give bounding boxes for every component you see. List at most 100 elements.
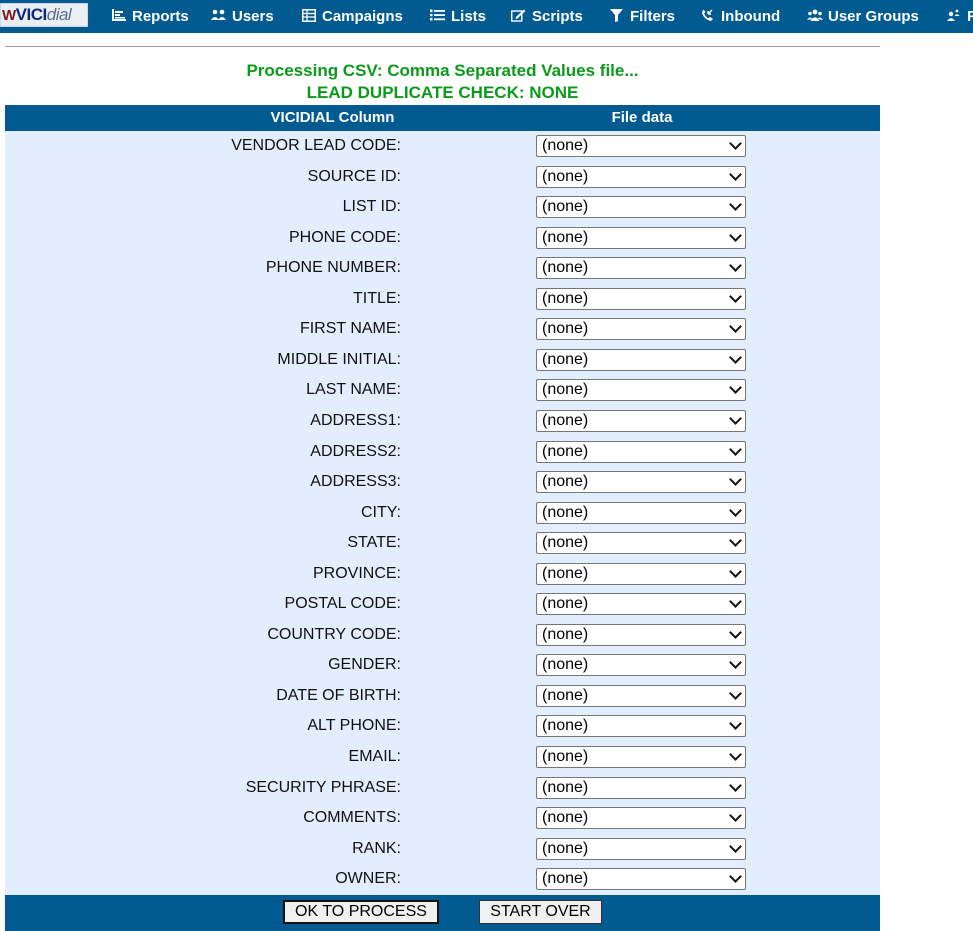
file-column-select-value: (none) [542, 350, 589, 368]
file-column-select[interactable]: (none) [536, 226, 746, 249]
chevron-down-icon [729, 687, 742, 700]
mapping-row: EMAIL: (none) [5, 742, 880, 773]
chevron-down-icon [729, 748, 742, 761]
mapping-row: SECURITY PHRASE: (none) [5, 773, 880, 804]
file-column-select[interactable]: (none) [536, 715, 746, 738]
file-column-select-value: (none) [542, 167, 589, 185]
bar-chart-icon [110, 9, 127, 24]
file-column-select[interactable]: (none) [536, 440, 746, 463]
file-column-select[interactable]: (none) [536, 837, 746, 860]
nav-lists-label: Lists [451, 8, 487, 25]
mapping-row: LIST ID: (none) [5, 192, 880, 223]
file-column-select[interactable]: (none) [536, 807, 746, 830]
file-column-select-value: (none) [542, 320, 589, 338]
user-groups-icon [806, 9, 823, 25]
duplicate-check-status: LEAD DUPLICATE CHECK: NONE [306, 83, 579, 102]
file-column-select[interactable]: (none) [536, 471, 746, 494]
mapping-field-label: ADDRESS1: [310, 411, 401, 429]
chevron-down-icon [729, 320, 742, 334]
file-column-select[interactable]: (none) [536, 501, 746, 524]
mapping-row: RANK: (none) [5, 834, 880, 865]
file-column-select[interactable]: (none) [536, 593, 746, 616]
file-column-select[interactable]: (none) [536, 287, 746, 310]
chevron-down-icon [729, 289, 742, 303]
phone-incoming-icon [699, 9, 716, 25]
table-header: VICIDIAL Column File data [5, 105, 880, 131]
file-column-select[interactable]: (none) [536, 623, 746, 646]
mapping-field-label: GENDER: [328, 656, 401, 674]
file-column-select[interactable]: (none) [536, 684, 746, 707]
nav-filters[interactable]: Filters [608, 0, 675, 33]
mapping-field-label: CITY: [360, 503, 401, 521]
nav-inbound[interactable]: Inbound [699, 0, 780, 33]
nav-campaigns[interactable]: Campaigns [300, 0, 403, 33]
nav-campaigns-label: Campaigns [322, 8, 403, 25]
nav-remote-agents-label: R [967, 8, 973, 25]
chevron-down-icon [729, 778, 742, 792]
mapping-field-label: FIRST NAME: [299, 320, 401, 338]
vicidial-column-header: VICIDIAL Column [5, 109, 660, 126]
mapping-row: ADDRESS1: (none) [5, 406, 880, 437]
file-column-select[interactable]: (none) [536, 196, 746, 219]
mapping-field-label: POSTAL CODE: [284, 595, 401, 613]
file-column-select-value: (none) [542, 228, 589, 246]
chevron-down-icon [729, 839, 742, 853]
mapping-field-label: PHONE NUMBER: [265, 259, 401, 277]
mapping-row: VENDOR LEAD CODE: (none) [5, 131, 880, 162]
file-column-select-value: (none) [542, 717, 589, 735]
file-column-select[interactable]: (none) [536, 776, 746, 799]
nav-remote-agents[interactable]: R [945, 0, 973, 33]
vicidial-column-header-label: VICIDIAL Column [270, 109, 395, 126]
mapping-row: FIRST NAME: (none) [5, 314, 880, 345]
file-column-select-value: (none) [542, 686, 589, 704]
file-column-select[interactable]: (none) [536, 348, 746, 371]
chevron-down-icon [729, 198, 742, 211]
mapping-field-label: LIST ID: [342, 198, 401, 216]
nav-user-groups-label: User Groups [828, 8, 919, 25]
file-column-select[interactable]: (none) [536, 409, 746, 432]
edit-icon [510, 9, 527, 25]
nav-reports[interactable]: Reports [110, 0, 189, 33]
mapping-row: PHONE CODE: (none) [5, 223, 880, 254]
file-column-select-value: (none) [542, 411, 589, 429]
file-column-select-value: (none) [542, 259, 589, 277]
mapping-row: GENDER: (none) [5, 650, 880, 681]
action-bar: OK TO PROCESS START OVER [5, 895, 880, 931]
nav-user-groups[interactable]: User Groups [806, 0, 919, 33]
file-column-select-value: (none) [542, 198, 589, 216]
mapping-row: TITLE: (none) [5, 284, 880, 315]
chevron-down-icon [729, 228, 742, 242]
ok-to-process-button[interactable]: OK TO PROCESS [283, 900, 439, 924]
chevron-down-icon [729, 167, 742, 181]
file-column-select[interactable]: (none) [536, 654, 746, 677]
remote-agents-icon [945, 9, 962, 25]
file-column-select[interactable]: (none) [536, 165, 746, 188]
mapping-field-label: COUNTRY CODE: [267, 625, 401, 643]
file-column-select[interactable]: (none) [536, 532, 746, 555]
file-column-select[interactable]: (none) [536, 868, 746, 891]
logo-dial: dial [46, 5, 72, 24]
chevron-down-icon [729, 717, 742, 731]
file-column-select-value: (none) [542, 595, 589, 613]
file-column-select[interactable]: (none) [536, 318, 746, 341]
mapping-row: PHONE NUMBER: (none) [5, 253, 880, 284]
file-column-select[interactable]: (none) [536, 746, 746, 768]
nav-scripts[interactable]: Scripts [510, 0, 583, 33]
file-column-select[interactable]: (none) [536, 562, 746, 585]
file-column-select[interactable]: (none) [536, 257, 746, 280]
mapping-row: OWNER: (none) [5, 864, 880, 895]
file-column-select-value: (none) [542, 289, 589, 307]
file-column-select-value: (none) [542, 809, 589, 827]
start-over-button[interactable]: START OVER [479, 900, 602, 924]
mapping-row: LAST NAME: (none) [5, 375, 880, 406]
file-column-select[interactable]: (none) [536, 135, 746, 157]
file-column-select[interactable]: (none) [536, 379, 746, 402]
mapping-field-label: SOURCE ID: [307, 167, 401, 185]
mapping-row: COMMENTS: (none) [5, 803, 880, 834]
vicidial-logo[interactable]: W VICI dial [0, 3, 88, 27]
chevron-down-icon [729, 656, 742, 670]
nav-filters-label: Filters [630, 8, 676, 25]
nav-lists[interactable]: Lists [429, 0, 486, 33]
nav-users[interactable]: Users [210, 0, 274, 33]
file-column-select-value: (none) [542, 839, 589, 857]
